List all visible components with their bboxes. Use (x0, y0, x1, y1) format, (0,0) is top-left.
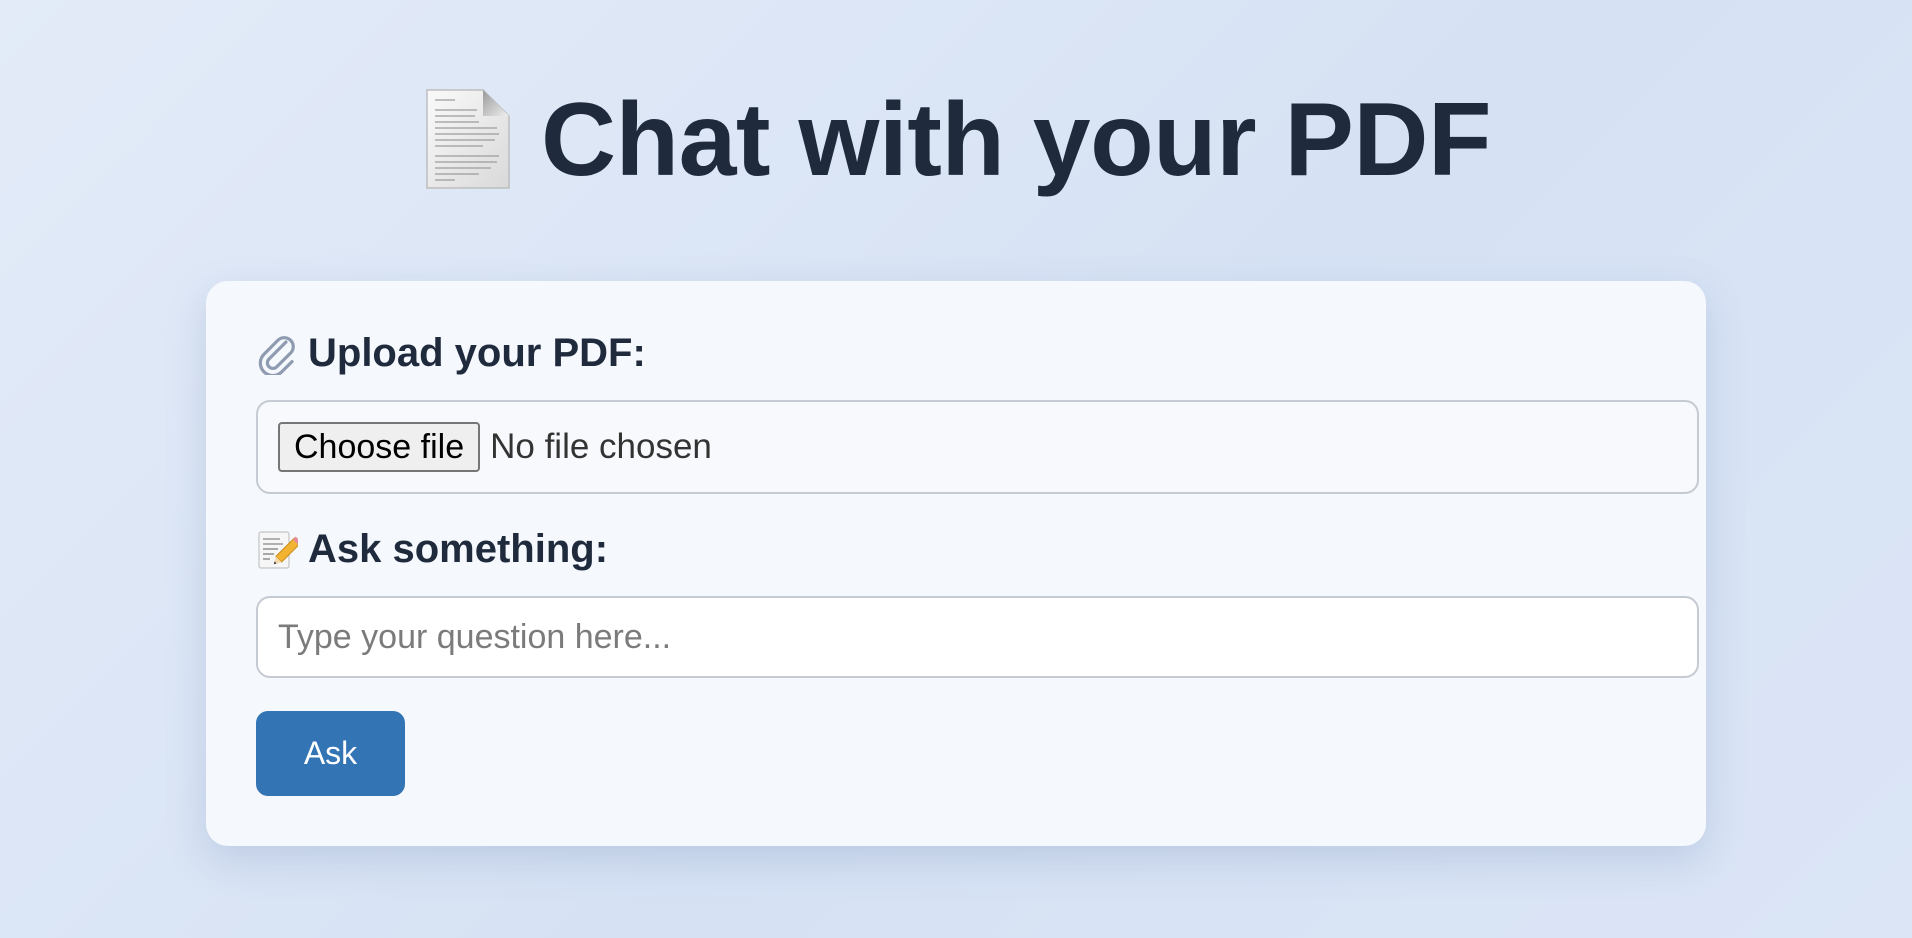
ask-label: Ask something: (256, 527, 608, 572)
ask-button[interactable]: Ask (256, 711, 405, 796)
paperclip-icon (256, 333, 298, 377)
memo-pencil-icon (256, 529, 302, 571)
question-input[interactable] (256, 596, 1699, 678)
page-facing-up-icon (421, 88, 513, 192)
upload-label: Upload your PDF: (256, 331, 646, 377)
page-title-text: Chat with your PDF (540, 82, 1492, 198)
file-status-text: No file chosen (490, 427, 712, 466)
ask-label-text: Ask something: (308, 527, 609, 571)
upload-label-text: Upload your PDF: (308, 331, 646, 375)
file-upload-field[interactable]: Choose file No file chosen (256, 400, 1699, 494)
page-title: Chat with your PDF (421, 82, 1492, 198)
choose-file-button[interactable]: Choose file (278, 422, 481, 472)
chat-form-card: Upload your PDF: Choose file No file cho… (206, 281, 1706, 846)
page-header: Chat with your PDF (0, 88, 1912, 192)
